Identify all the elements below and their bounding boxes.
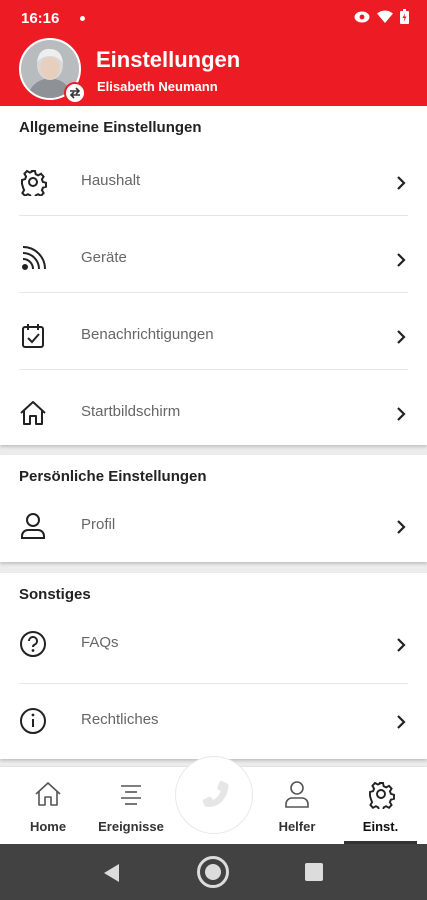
settings-item-label: Haushalt bbox=[81, 172, 141, 189]
divider bbox=[19, 292, 408, 293]
settings-item-label: Geräte bbox=[81, 249, 127, 266]
divider bbox=[19, 369, 408, 370]
phone-icon bbox=[202, 780, 229, 807]
chevron-right-icon bbox=[397, 407, 406, 421]
recents-icon[interactable] bbox=[305, 863, 323, 881]
page-title: Einstellungen bbox=[96, 47, 241, 72]
nav-helfer[interactable]: Helfer bbox=[262, 767, 332, 845]
chevron-right-icon bbox=[397, 715, 406, 729]
section-title: Sonstiges bbox=[19, 586, 91, 603]
gear-icon bbox=[21, 169, 47, 196]
settings-item-label: FAQs bbox=[81, 634, 119, 651]
user-icon bbox=[21, 513, 45, 539]
settings-item-label: Rechtliches bbox=[81, 711, 159, 728]
notification-dot bbox=[80, 16, 85, 21]
wifi-icon bbox=[377, 10, 393, 23]
settings-item-haushalt[interactable]: Haushalt bbox=[0, 144, 427, 221]
home-icon bbox=[20, 401, 46, 425]
home-icon bbox=[35, 782, 61, 806]
settings-item-benachrichtigungen[interactable]: Benachrichtigungen bbox=[0, 298, 427, 375]
section-title: Allgemeine Einstellungen bbox=[19, 119, 202, 136]
settings-item-faqs[interactable]: FAQs bbox=[0, 606, 427, 683]
settings-item-label: Benachrichtigungen bbox=[81, 326, 214, 343]
chevron-right-icon bbox=[397, 253, 406, 267]
eye-icon bbox=[354, 11, 370, 22]
settings-item-label: Profil bbox=[81, 516, 116, 533]
nav-ereignisse[interactable]: Ereignisse bbox=[90, 767, 172, 845]
nav-label: Helfer bbox=[278, 819, 316, 834]
section-title: Persönliche Einstellungen bbox=[19, 468, 207, 485]
chevron-right-icon bbox=[397, 520, 406, 534]
rss-icon bbox=[22, 246, 46, 270]
home-circle-icon[interactable] bbox=[196, 855, 230, 889]
chevron-right-icon bbox=[397, 638, 406, 652]
question-circle-icon bbox=[20, 631, 46, 657]
switch-user-icon[interactable] bbox=[64, 82, 86, 104]
nav-home[interactable]: Home bbox=[13, 767, 83, 845]
system-navigation-bar bbox=[0, 844, 427, 900]
status-time: 16:16 bbox=[21, 10, 60, 27]
user-icon bbox=[285, 781, 309, 808]
status-bar: 16:16 bbox=[0, 0, 427, 36]
settings-item-geraete[interactable]: Geräte bbox=[0, 221, 427, 298]
section-general: Allgemeine Einstellungen Haushalt Geräte… bbox=[0, 106, 427, 445]
list-icon bbox=[121, 785, 141, 805]
nav-label: Einst. bbox=[362, 819, 399, 834]
back-icon[interactable] bbox=[101, 863, 121, 883]
settings-item-startbildschirm[interactable]: Startbildschirm bbox=[0, 375, 427, 452]
battery-icon bbox=[400, 9, 409, 24]
chevron-right-icon bbox=[397, 176, 406, 190]
call-button[interactable] bbox=[175, 756, 253, 834]
nav-einstellungen[interactable]: Einst. bbox=[344, 767, 417, 845]
section-personal: Persönliche Einstellungen Profil bbox=[0, 455, 427, 562]
app-header: 16:16 Einstellungen Elisabeth Neumann bbox=[0, 0, 427, 106]
settings-item-profil[interactable]: Profil bbox=[0, 488, 427, 565]
calendar-check-icon bbox=[22, 324, 44, 348]
user-name: Elisabeth Neumann bbox=[97, 79, 218, 94]
status-icons bbox=[354, 9, 409, 24]
info-circle-icon bbox=[20, 708, 46, 734]
settings-item-label: Startbildschirm bbox=[81, 403, 181, 420]
nav-label: Ereignisse bbox=[98, 819, 164, 834]
gear-icon bbox=[368, 781, 395, 809]
section-other: Sonstiges FAQs Rechtliches bbox=[0, 573, 427, 759]
chevron-right-icon bbox=[397, 330, 406, 344]
nav-label: Home bbox=[29, 819, 67, 834]
settings-item-rechtliches[interactable]: Rechtliches bbox=[0, 683, 427, 760]
divider bbox=[19, 215, 408, 216]
